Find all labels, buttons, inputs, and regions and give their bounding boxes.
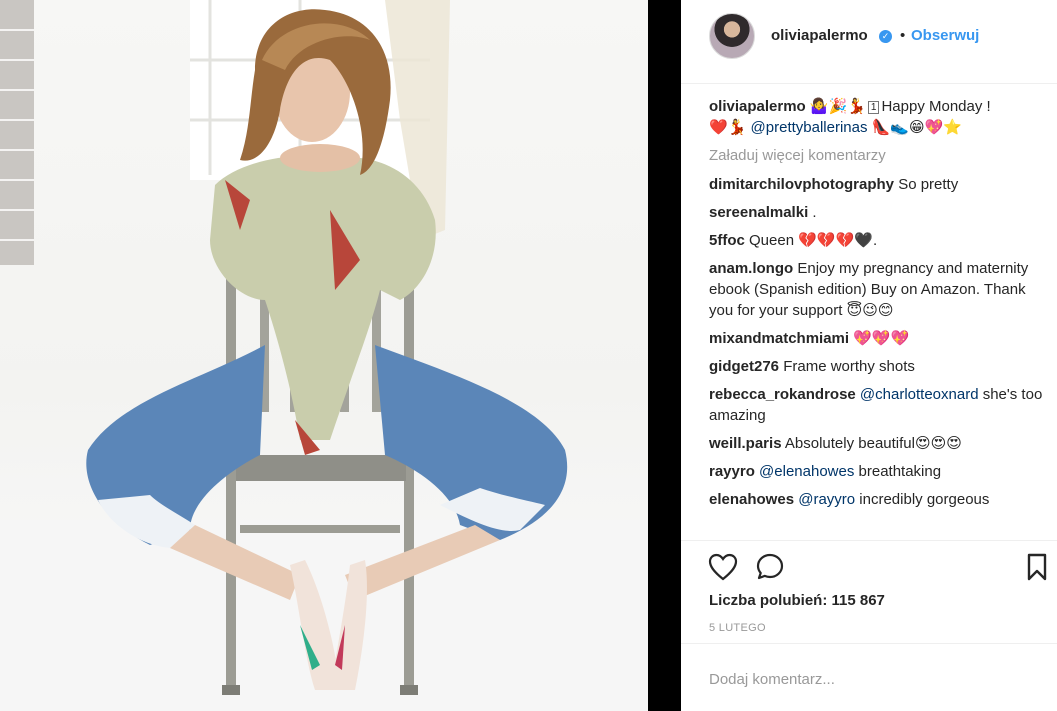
- comment-mention[interactable]: @elenahowes: [759, 463, 854, 480]
- verified-badge-icon: ✓: [879, 30, 892, 43]
- comment-emojis: 😇😉😊: [846, 301, 894, 319]
- follow-button[interactable]: Obserwuj: [911, 27, 979, 44]
- comment-item: rebecca_rokandrose @charlotteoxnard she'…: [709, 384, 1044, 426]
- comment-text: Absolutely beautiful: [784, 435, 915, 452]
- comment-item: sereenalmalki .: [709, 202, 1044, 223]
- comment-mention[interactable]: @rayyro: [798, 491, 855, 508]
- comment-username[interactable]: elenahowes: [709, 491, 794, 508]
- post-photo[interactable]: [0, 0, 648, 711]
- comment-emojis: 😍😍😍: [914, 434, 962, 452]
- comments-list[interactable]: oliviapalermo 🤷‍♀️🎉💃 1 Happy Monday ! ❤️💃 …: [709, 96, 1044, 538]
- comment-username[interactable]: anam.longo: [709, 260, 793, 277]
- likes-count[interactable]: Liczba polubień: 115 867: [709, 592, 885, 609]
- keycap-icon: 1: [867, 101, 880, 114]
- caption-text: Happy Monday !: [881, 98, 991, 115]
- caption-emojis-2: ❤️💃: [709, 118, 747, 136]
- action-bar: [681, 540, 1057, 600]
- heart-outline-icon[interactable]: [708, 553, 738, 581]
- comment-username[interactable]: weill.paris: [709, 435, 782, 452]
- comment-item: gidget276 Frame worthy shots: [709, 356, 1044, 377]
- comment-emojis: 💖💖💖: [853, 329, 910, 347]
- post-date[interactable]: 5 LUTEGO: [709, 622, 766, 634]
- comment-username[interactable]: sereenalmalki: [709, 204, 808, 221]
- caption-mention[interactable]: @prettyballerinas: [751, 119, 868, 136]
- avatar[interactable]: [709, 13, 755, 59]
- comment-username[interactable]: mixandmatchmiami: [709, 330, 849, 347]
- comment-item: dimitarchilovphotography So pretty: [709, 174, 1044, 195]
- add-comment-section: [681, 643, 1057, 711]
- header-username[interactable]: oliviapalermo: [771, 27, 868, 44]
- comment-input[interactable]: [709, 664, 1029, 694]
- post-header: oliviapalermo ✓ • Obserwuj: [681, 0, 1057, 84]
- comment-username[interactable]: rayyro: [709, 463, 755, 480]
- caption-emojis-3: 👠👟😁💖⭐: [871, 118, 963, 136]
- comment-text: Frame worthy shots: [783, 358, 915, 375]
- comment-item: rayyro @elenahowes breathtaking: [709, 461, 1044, 482]
- comment-item: weill.paris Absolutely beautiful😍😍😍: [709, 433, 1044, 454]
- comment-username[interactable]: gidget276: [709, 358, 779, 375]
- caption: oliviapalermo 🤷‍♀️🎉💃 1 Happy Monday ! ❤️💃 …: [709, 96, 1044, 138]
- photo-illustration: [0, 0, 648, 711]
- post-sidebar: oliviapalermo ✓ • Obserwuj oliviapalermo…: [681, 0, 1057, 711]
- comment-item: mixandmatchmiami 💖💖💖: [709, 328, 1044, 349]
- comment-emojis: 💔💔💔🖤: [798, 231, 873, 249]
- header-separator: •: [900, 27, 906, 44]
- speech-bubble-icon[interactable]: [756, 553, 784, 581]
- comment-text: breathtaking: [858, 463, 942, 480]
- comment-username[interactable]: dimitarchilovphotography: [709, 176, 894, 193]
- comment-text: incredibly gorgeous: [859, 491, 990, 508]
- load-more-comments-button[interactable]: Załaduj więcej komentarzy: [709, 145, 1044, 166]
- comment-username[interactable]: 5ffoc: [709, 232, 745, 249]
- comment-username[interactable]: rebecca_rokandrose: [709, 386, 856, 403]
- caption-emojis: 🤷‍♀️🎉💃: [809, 97, 866, 115]
- comment-text: So pretty: [898, 176, 959, 193]
- bookmark-icon[interactable]: [1026, 553, 1048, 581]
- comment-item: elenahowes @rayyro incredibly gorgeous: [709, 489, 1044, 510]
- comment-tail: .: [872, 232, 878, 249]
- panel-divider: [648, 0, 681, 711]
- comment-mention[interactable]: @charlotteoxnard: [860, 386, 979, 403]
- caption-username[interactable]: oliviapalermo: [709, 98, 806, 115]
- comment-item: 5ffoc Queen 💔💔💔🖤.: [709, 230, 1044, 251]
- comment-text: Queen: [749, 232, 795, 249]
- comment-text: .: [812, 204, 817, 221]
- comment-item: anam.longo Enjoy my pregnancy and matern…: [709, 258, 1044, 321]
